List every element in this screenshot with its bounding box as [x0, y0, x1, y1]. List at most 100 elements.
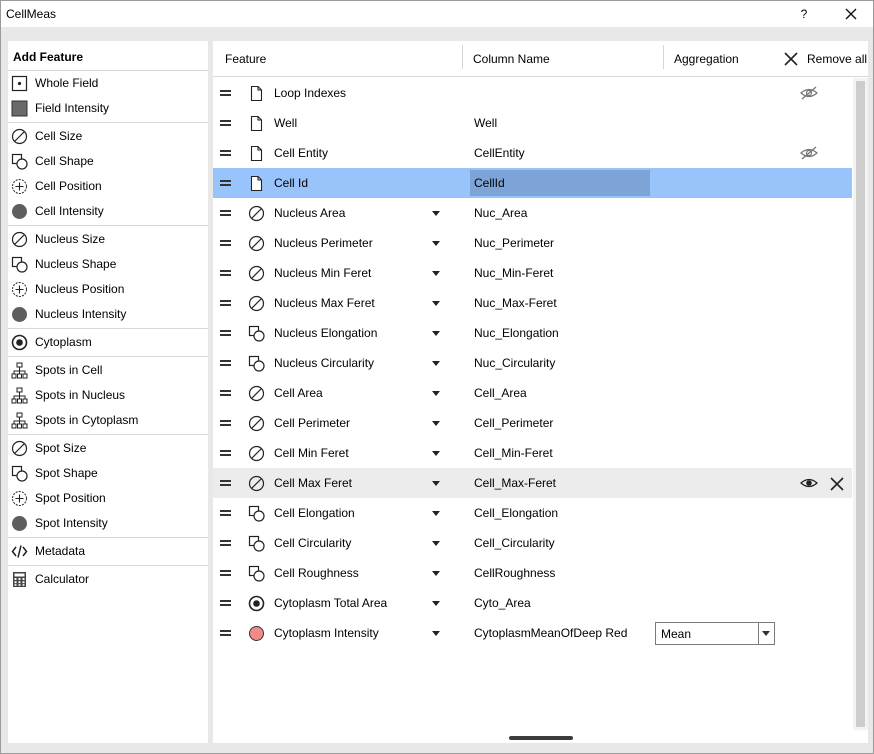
header-divider[interactable]: [462, 45, 463, 69]
add-feature-cell-intensity[interactable]: Cell Intensity: [8, 199, 208, 224]
feature-row[interactable]: Cell Max Feret Cell_Max-Feret: [213, 468, 852, 498]
chevron-down-icon[interactable]: [758, 623, 774, 644]
help-button[interactable]: ?: [793, 3, 815, 25]
drag-handle-icon[interactable]: [220, 389, 231, 396]
feature-row[interactable]: Cell Circularity Cell_Circularity: [213, 528, 852, 558]
add-feature-spot-position[interactable]: Spot Position: [8, 486, 208, 511]
add-feature-cell-size[interactable]: Cell Size: [8, 124, 208, 149]
drag-handle-icon[interactable]: [220, 179, 231, 186]
feature-row[interactable]: Cell Id CellId: [213, 168, 852, 198]
feature-options-dropdown[interactable]: [432, 271, 440, 276]
drag-handle-icon[interactable]: [220, 539, 231, 546]
drag-handle-icon[interactable]: [220, 209, 231, 216]
add-feature-spot-intensity[interactable]: Spot Intensity: [8, 511, 208, 536]
add-feature-cytoplasm[interactable]: Cytoplasm: [8, 330, 208, 355]
column-name-field[interactable]: Cell_Area: [474, 386, 527, 400]
drag-handle-icon[interactable]: [220, 299, 231, 306]
resize-handle[interactable]: [509, 736, 573, 740]
header-column-name[interactable]: Column Name: [473, 52, 550, 66]
feature-row[interactable]: Cell Perimeter Cell_Perimeter: [213, 408, 852, 438]
feature-options-dropdown[interactable]: [432, 361, 440, 366]
add-feature-spots-in-nucleus[interactable]: Spots in Nucleus: [8, 383, 208, 408]
add-feature-nucleus-size[interactable]: Nucleus Size: [8, 227, 208, 252]
feature-row[interactable]: Cell Area Cell_Area: [213, 378, 852, 408]
feature-row[interactable]: Cytoplasm Total Area Cyto_Area: [213, 588, 852, 618]
drag-handle-icon[interactable]: [220, 479, 231, 486]
feature-options-dropdown[interactable]: [432, 301, 440, 306]
drag-handle-icon[interactable]: [220, 329, 231, 336]
column-name-field[interactable]: CellId: [470, 170, 650, 196]
drag-handle-icon[interactable]: [220, 149, 231, 156]
add-feature-metadata[interactable]: Metadata: [8, 539, 208, 564]
add-feature-nucleus-shape[interactable]: Nucleus Shape: [8, 252, 208, 277]
column-name-field[interactable]: CellRoughness: [474, 566, 555, 580]
drag-handle-icon[interactable]: [220, 89, 231, 96]
visibility-toggle[interactable]: [800, 145, 818, 164]
header-divider[interactable]: [663, 45, 664, 69]
feature-row[interactable]: Nucleus Circularity Nuc_Circularity: [213, 348, 852, 378]
feature-row[interactable]: Loop Indexes: [213, 78, 852, 108]
column-name-field[interactable]: Cell_Max-Feret: [474, 476, 556, 490]
add-feature-whole-field[interactable]: Whole Field: [8, 71, 208, 96]
feature-row[interactable]: Cell Roughness CellRoughness: [213, 558, 852, 588]
add-feature-spot-shape[interactable]: Spot Shape: [8, 461, 208, 486]
column-name-field[interactable]: Nuc_Max-Feret: [474, 296, 557, 310]
drag-handle-icon[interactable]: [220, 419, 231, 426]
drag-handle-icon[interactable]: [220, 599, 231, 606]
feature-options-dropdown[interactable]: [432, 631, 440, 636]
column-name-field[interactable]: Well: [474, 116, 497, 130]
add-feature-cell-position[interactable]: Cell Position: [8, 174, 208, 199]
column-name-field[interactable]: Nuc_Perimeter: [474, 236, 554, 250]
feature-options-dropdown[interactable]: [432, 601, 440, 606]
add-feature-cell-shape[interactable]: Cell Shape: [8, 149, 208, 174]
drag-handle-icon[interactable]: [220, 269, 231, 276]
add-feature-spot-size[interactable]: Spot Size: [8, 436, 208, 461]
column-name-field[interactable]: Cell_Perimeter: [474, 416, 553, 430]
visibility-toggle[interactable]: [800, 475, 818, 494]
feature-options-dropdown[interactable]: [432, 421, 440, 426]
feature-row[interactable]: Well Well: [213, 108, 852, 138]
delete-row-button[interactable]: [829, 476, 845, 495]
scrollbar-thumb[interactable]: [856, 81, 865, 727]
vertical-scrollbar[interactable]: [853, 78, 868, 730]
feature-options-dropdown[interactable]: [432, 241, 440, 246]
drag-handle-icon[interactable]: [220, 239, 231, 246]
header-aggregation[interactable]: Aggregation: [674, 52, 739, 66]
feature-row[interactable]: Nucleus Elongation Nuc_Elongation: [213, 318, 852, 348]
add-feature-calculator[interactable]: Calculator: [8, 567, 208, 592]
feature-row[interactable]: Cytoplasm Intensity CytoplasmMeanOfDeep R…: [213, 618, 852, 648]
drag-handle-icon[interactable]: [220, 449, 231, 456]
add-feature-nucleus-intensity[interactable]: Nucleus Intensity: [8, 302, 208, 327]
column-name-field[interactable]: Nuc_Circularity: [474, 356, 555, 370]
feature-row[interactable]: Nucleus Min Feret Nuc_Min-Feret: [213, 258, 852, 288]
column-name-field[interactable]: Nuc_Elongation: [474, 326, 559, 340]
column-name-field[interactable]: Cyto_Area: [474, 596, 531, 610]
drag-handle-icon[interactable]: [220, 569, 231, 576]
drag-handle-icon[interactable]: [220, 509, 231, 516]
drag-handle-icon[interactable]: [220, 119, 231, 126]
add-feature-spots-in-cytoplasm[interactable]: Spots in Cytoplasm: [8, 408, 208, 433]
close-button[interactable]: [839, 3, 863, 25]
feature-options-dropdown[interactable]: [432, 211, 440, 216]
column-name-field[interactable]: CytoplasmMeanOfDeep Red: [474, 626, 627, 640]
add-feature-field-intensity[interactable]: Field Intensity: [8, 96, 208, 121]
feature-options-dropdown[interactable]: [432, 331, 440, 336]
feature-row[interactable]: Cell Entity CellEntity: [213, 138, 852, 168]
column-name-field[interactable]: Cell_Elongation: [474, 506, 558, 520]
add-feature-spots-in-cell[interactable]: Spots in Cell: [8, 358, 208, 383]
column-name-field[interactable]: CellEntity: [474, 146, 525, 160]
column-name-field[interactable]: Cell_Min-Feret: [474, 446, 553, 460]
feature-options-dropdown[interactable]: [432, 571, 440, 576]
column-name-field[interactable]: Nuc_Area: [474, 206, 527, 220]
feature-row[interactable]: Cell Elongation Cell_Elongation: [213, 498, 852, 528]
drag-handle-icon[interactable]: [220, 359, 231, 366]
feature-row[interactable]: Nucleus Perimeter Nuc_Perimeter: [213, 228, 852, 258]
feature-row[interactable]: Nucleus Max Feret Nuc_Max-Feret: [213, 288, 852, 318]
feature-options-dropdown[interactable]: [432, 391, 440, 396]
column-name-field[interactable]: Cell_Circularity: [474, 536, 555, 550]
feature-options-dropdown[interactable]: [432, 481, 440, 486]
feature-row[interactable]: Nucleus Area Nuc_Area: [213, 198, 852, 228]
drag-handle-icon[interactable]: [220, 629, 231, 636]
column-name-field[interactable]: Nuc_Min-Feret: [474, 266, 553, 280]
feature-options-dropdown[interactable]: [432, 451, 440, 456]
